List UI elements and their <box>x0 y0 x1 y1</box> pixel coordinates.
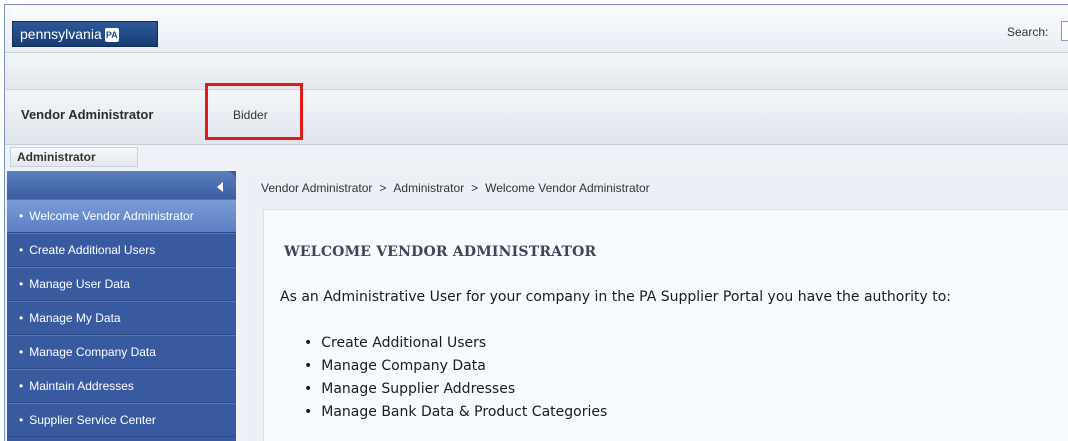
collapse-left-icon[interactable] <box>217 182 223 192</box>
main-content: Vendor Administrator > Administrator > Welco… <box>241 171 1068 441</box>
welcome-panel: WELCOME VENDOR ADMINISTRATOR As an Admin… <box>263 209 1068 441</box>
tab-vendor-administrator[interactable]: Vendor Administrator <box>21 107 153 122</box>
breadcrumb-separator: > <box>379 181 387 195</box>
intro-text: As an Administrative User for your compa… <box>280 289 951 305</box>
breadcrumb-administrator[interactable]: Administrator <box>393 181 464 195</box>
search-label: Search: <box>1007 25 1049 39</box>
sidebar-nav: • Welcome Vendor Administrator • Create Ad… <box>7 171 236 441</box>
header-band <box>5 53 1068 90</box>
sidebar-item-label: Welcome Vendor Administrator <box>29 209 194 223</box>
search-input[interactable] <box>1061 21 1068 41</box>
bullet-icon: • <box>304 358 313 374</box>
tab-bidder-highlight[interactable]: Bidder <box>205 83 303 140</box>
pa-keystone-icon: PA <box>104 28 119 43</box>
sidebar-item-label: Manage My Data <box>29 311 121 325</box>
sidebar-item-create-additional-users[interactable]: • Create Additional Users <box>7 233 236 267</box>
breadcrumb-welcome-vendor-administrator: Welcome Vendor Administrator <box>485 181 650 195</box>
bullet-icon: • <box>19 277 24 291</box>
bullet-icon: • <box>304 381 313 397</box>
breadcrumb: Vendor Administrator > Administrator > Welco… <box>261 181 650 195</box>
bullet-icon: • <box>304 404 313 420</box>
sidebar-item-label: Supplier Service Center <box>29 413 156 427</box>
page-title: WELCOME VENDOR ADMINISTRATOR <box>284 244 597 260</box>
sidebar-item-maintain-addresses[interactable]: • Maintain Addresses <box>7 369 236 403</box>
bullet-icon: • <box>19 243 24 257</box>
breadcrumb-separator: > <box>471 181 479 195</box>
bullet-icon: • <box>304 335 313 351</box>
sidebar-item-label: Manage Company Data <box>29 345 156 359</box>
list-item: • Manage Company Data <box>304 355 607 378</box>
portal-window: pennsylvania PA Search: Vendor Administra… <box>4 4 1068 441</box>
subtab-administrator[interactable]: Administrator <box>10 147 138 167</box>
list-item-label: Manage Supplier Addresses <box>321 381 516 397</box>
bullet-icon: • <box>19 379 24 393</box>
sidebar-item-manage-user-data[interactable]: • Manage User Data <box>7 267 236 301</box>
bullet-icon: • <box>19 345 24 359</box>
admin-task-list: • Create Additional Users • Manage Company… <box>304 332 607 424</box>
sidebar-item-manage-company-data[interactable]: • Manage Company Data <box>7 335 236 369</box>
sidebar-item-label: Manage User Data <box>29 277 130 291</box>
sidebar-item-supplier-service-center[interactable]: • Supplier Service Center <box>7 403 236 437</box>
sidebar-item-label: Create Additional Users <box>29 243 156 257</box>
list-item-label: Manage Company Data <box>321 358 486 374</box>
sidebar-item-label: Maintain Addresses <box>29 379 134 393</box>
list-item: • Manage Bank Data & Product Categories <box>304 401 607 424</box>
sidebar-item-manage-my-data[interactable]: • Manage My Data <box>7 301 236 335</box>
list-item-label: Manage Bank Data & Product Categories <box>321 404 608 420</box>
top-banner: pennsylvania PA Search: <box>5 5 1068 53</box>
bullet-icon: • <box>19 311 24 325</box>
list-item: • Manage Supplier Addresses <box>304 378 607 401</box>
breadcrumb-vendor-administrator[interactable]: Vendor Administrator <box>261 181 372 195</box>
list-item-label: Create Additional Users <box>321 335 487 351</box>
bullet-icon: • <box>19 413 24 427</box>
sidebar-header <box>7 171 236 199</box>
sidebar-item-welcome-vendor-administrator[interactable]: • Welcome Vendor Administrator <box>7 199 236 233</box>
bullet-icon: • <box>19 209 24 223</box>
list-item: • Create Additional Users <box>304 332 607 355</box>
tab-bidder[interactable]: Bidder <box>233 108 268 122</box>
logo-text: pennsylvania <box>20 26 102 42</box>
pennsylvania-logo[interactable]: pennsylvania PA <box>12 21 158 47</box>
role-tab-row <box>5 90 1068 145</box>
